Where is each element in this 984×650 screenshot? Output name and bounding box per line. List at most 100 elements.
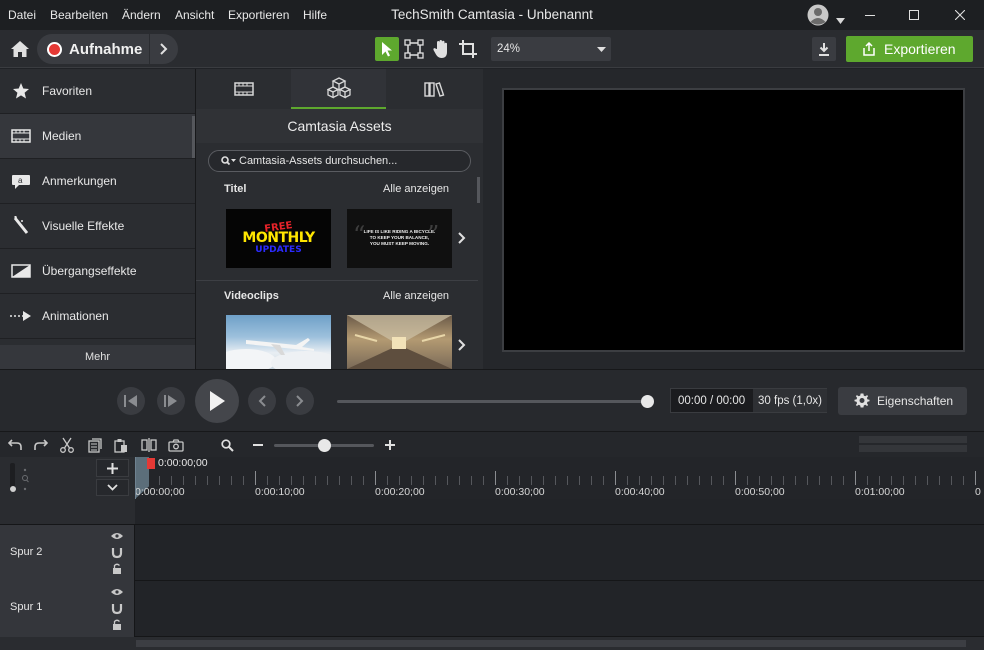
time-display: 00:00 / 00:00 30 fps (1,0x) [670, 388, 827, 413]
title-thumbnail-quote[interactable]: “ ” LIFE IS LIKE RIDING A BICYCLE. TO KEE… [347, 209, 452, 268]
track-header-spur-2[interactable]: Spur 2 [0, 525, 135, 581]
tab-camtasia-assets[interactable] [291, 69, 386, 109]
track-options-button[interactable] [96, 479, 129, 496]
scrubber-handle[interactable] [641, 395, 654, 408]
zoom-in-button[interactable] [382, 436, 398, 454]
download-icon [819, 43, 829, 56]
timeline-zoom-handle[interactable] [318, 439, 331, 452]
minimize-button[interactable] [848, 0, 892, 30]
magnifier-icon [220, 438, 234, 452]
chevron-left-icon [258, 395, 266, 407]
cubes-icon [326, 77, 351, 99]
track-header-spacer [0, 499, 135, 525]
zoom-select[interactable]: 24% [491, 37, 611, 61]
track-header-spur-1[interactable]: Spur 1 [0, 581, 135, 637]
path-tool-button[interactable] [402, 37, 426, 61]
sidebar-item-animationen[interactable]: Animationen [0, 294, 195, 339]
zoom-fit-button[interactable] [218, 436, 236, 454]
ruler-tick-label: 0:00:10;00 [255, 486, 305, 498]
sidebar-item-favoriten[interactable]: Favoriten [0, 69, 195, 114]
account-chevron-icon[interactable] [836, 11, 845, 29]
tab-library[interactable] [386, 69, 483, 109]
animation-icon [0, 310, 42, 322]
export-button[interactable]: Exportieren [846, 36, 973, 62]
record-button[interactable]: Aufnahme [37, 34, 149, 64]
step-forward-button[interactable] [157, 387, 185, 415]
more-button[interactable]: Mehr [0, 345, 195, 369]
snapshot-button[interactable] [167, 436, 185, 454]
undo-button[interactable] [6, 436, 24, 454]
timeline-horizontal-scrollbar[interactable] [136, 640, 966, 647]
sidebar-item-label: Visuelle Effekte [42, 219, 125, 233]
user-avatar[interactable] [807, 4, 831, 26]
library-icon [423, 82, 444, 97]
assets-search-field[interactable]: Camtasia-Assets durchsuchen... [208, 150, 471, 172]
play-button[interactable] [195, 379, 239, 423]
preview-canvas[interactable] [502, 88, 965, 352]
assets-panel: Camtasia Assets Camtasia-Assets durchsuc… [196, 69, 483, 369]
sidebar-item-label: Animationen [42, 309, 109, 323]
title-thumbnail-monthly-updates[interactable]: FREE MONTHLY UPDATES [226, 209, 331, 268]
titles-next-arrow[interactable] [458, 231, 466, 249]
sidebar-item-anmerkungen[interactable]: a Anmerkungen [0, 159, 195, 204]
step-back-button[interactable] [117, 387, 145, 415]
record-options-button[interactable] [150, 34, 178, 64]
next-marker-button[interactable] [286, 387, 314, 415]
home-icon [11, 41, 29, 57]
ruler-tick-label: 0:00:00;00 [135, 486, 185, 498]
chevron-right-icon [458, 232, 466, 244]
time-value: 00:00 / 00:00 [678, 394, 746, 407]
show-all-titles-link[interactable]: Alle anzeigen [383, 183, 449, 195]
annotation-icon: a [0, 173, 42, 189]
sidebar-item-visuelle-effekte[interactable]: Visuelle Effekte [0, 204, 195, 249]
scissors-icon [60, 437, 74, 453]
video-thumbnail-mall[interactable] [347, 315, 452, 369]
properties-button[interactable]: Eigenschaften [838, 387, 967, 415]
show-all-videoclips-link[interactable]: Alle anzeigen [383, 290, 449, 302]
video-thumbnail-airplane[interactable] [226, 315, 331, 369]
zoom-out-button[interactable] [250, 436, 266, 454]
sidebar-item-label: Favoriten [42, 84, 93, 98]
timeline-empty-row [135, 499, 984, 525]
sidebar-item-übergangseffekte[interactable]: Übergangseffekte [0, 249, 195, 294]
redo-button[interactable] [32, 436, 50, 454]
sidebar-item-medien[interactable]: Medien [0, 114, 195, 159]
assets-scrollbar[interactable] [477, 177, 480, 203]
play-icon [210, 391, 225, 411]
track-row-spur-1[interactable] [0, 581, 984, 637]
home-button[interactable] [6, 35, 34, 63]
videoclips-next-arrow[interactable] [458, 338, 466, 356]
plus-icon [385, 440, 395, 450]
close-icon [955, 10, 965, 20]
maximize-button[interactable] [892, 0, 936, 30]
cut-button[interactable] [58, 436, 76, 454]
paste-button[interactable] [112, 436, 130, 454]
sidebar-item-label: Anmerkungen [42, 174, 117, 188]
add-track-button[interactable] [96, 459, 129, 477]
split-icon [141, 438, 157, 452]
split-button[interactable] [140, 436, 158, 454]
playback-scrubber[interactable] [337, 400, 649, 403]
chevron-down-icon [107, 484, 118, 491]
copy-button[interactable] [86, 436, 104, 454]
tools-sidebar: Favoriten Medien a Anmerkungen Visuelle Effe… [0, 69, 196, 369]
crop-tool-button[interactable] [456, 37, 480, 61]
zoom-value: 24% [497, 43, 521, 55]
close-button[interactable] [938, 0, 982, 30]
film-strip-icon [233, 82, 254, 96]
select-tool-button[interactable] [375, 37, 399, 61]
assets-title: Camtasia Assets [287, 118, 392, 134]
svg-text:a: a [18, 176, 23, 185]
ruler-tick-label: 0 [975, 486, 981, 498]
track-row-spur-2[interactable] [0, 525, 984, 581]
paste-icon [114, 438, 127, 453]
redo-icon [34, 439, 48, 450]
pan-tool-button[interactable] [429, 37, 453, 61]
sidebar-scrollbar[interactable] [192, 116, 195, 158]
download-button[interactable] [812, 37, 836, 61]
previous-marker-button[interactable] [248, 387, 276, 415]
track-height-handle[interactable] [10, 486, 16, 492]
fps-value[interactable]: 30 fps (1,0x) [753, 389, 827, 412]
tab-library-media[interactable] [196, 69, 291, 109]
overview-bar-bottom [859, 445, 967, 452]
